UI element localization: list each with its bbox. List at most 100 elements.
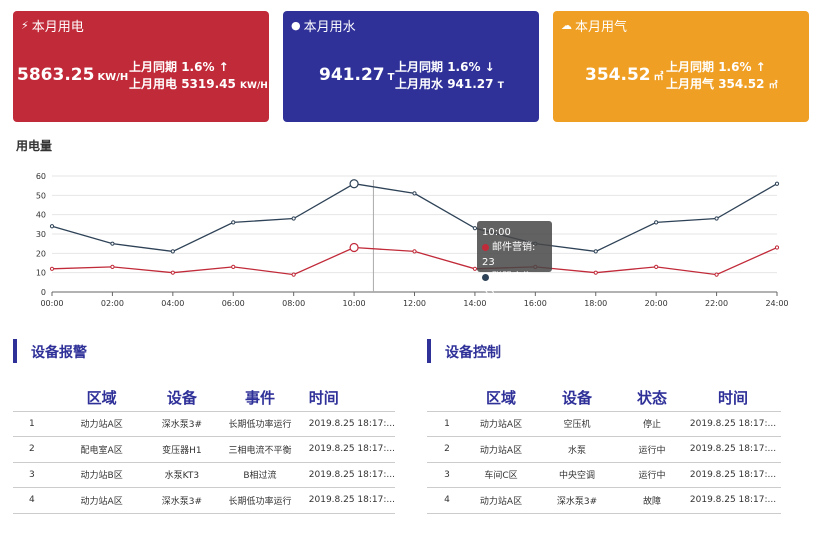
gas-value: 354.52 ㎥: [585, 65, 664, 85]
data-point: [291, 272, 296, 277]
electricity-card-header: ⚡ 本月用电: [21, 16, 84, 35]
control-header-area: 区域: [485, 388, 516, 407]
cell-status: 运行中: [638, 471, 666, 482]
cell-area: 动力站A区: [80, 420, 123, 431]
table-row[interactable]: 3 动力站B区 水泵KT3 B相过流 2019.8.25 18:17:...: [13, 462, 395, 488]
x-tick-label: 24:00: [765, 299, 788, 308]
control-table: 区域 设备 状态 时间 1 动力站A区 空压机 停止 2019.8.25 18:17:.…: [427, 382, 781, 514]
data-point: [349, 242, 359, 253]
data-point: [170, 270, 175, 275]
row-index: 2: [29, 444, 35, 455]
lightning-icon: ⚡: [21, 19, 29, 32]
data-point: [774, 245, 780, 250]
alarm-table: 区域 设备 事件 时间 1 动力站A区 深水泵3# 长期低功率运行 2019.8.25 …: [13, 382, 395, 514]
y-tick-label: 30: [36, 230, 46, 239]
y-tick-label: 0: [41, 288, 46, 297]
data-point: [774, 181, 780, 186]
data-point: [593, 270, 598, 275]
table-row[interactable]: 2 配电室A区 变压器H1 三相电流不平衡 2019.8.25 18:17:...: [13, 437, 395, 462]
tooltip-row-alliance: 联盟广告: 33: [482, 272, 536, 298]
data-point: [291, 216, 296, 221]
water-compare: 上月同期 1.6% ↓ 上月用水 941.27 T: [395, 60, 504, 91]
electricity-title: 本月用电: [31, 20, 84, 35]
y-tick-label: 50: [36, 191, 46, 200]
gas-card-header: ☁ 本月用气: [561, 16, 627, 35]
control-table-header: 区域 设备 状态 时间: [427, 382, 781, 411]
table-row[interactable]: 4 动力站A区 深水泵3# 长期低功率运行 2019.8.25 18:17:...: [13, 488, 395, 513]
cell-area: 动力站A区: [80, 496, 123, 507]
cell-device: 空压机: [563, 420, 591, 431]
row-index: 4: [444, 495, 450, 506]
gas-card: ☁ 本月用气 354.52 ㎥ 上月同期 1.6% ↑ 上月用气 354.52 ㎥: [553, 11, 809, 122]
cell-area: 动力站B区: [80, 471, 123, 482]
y-tick-label: 20: [36, 249, 46, 258]
cell-event: 三相电流不平衡: [228, 445, 292, 456]
data-point: [110, 241, 115, 246]
water-title: 本月用水: [303, 20, 356, 35]
cell-device: 中央空调: [558, 471, 595, 482]
data-point: [714, 216, 719, 221]
flame-icon: ☁: [561, 19, 572, 32]
alarm-table-header: 区域 设备 事件 时间: [13, 382, 395, 411]
table-row[interactable]: 4 动力站A区 深水泵3# 故障 2019.8.25 18:17:...: [427, 488, 781, 513]
x-tick-label: 00:00: [40, 299, 63, 308]
cell-time: 2019.8.25 18:17:...: [308, 444, 395, 455]
cell-time: 2019.8.25 18:17:...: [689, 418, 777, 429]
table-row[interactable]: 2 动力站A区 水泵 运行中 2019.8.25 18:17:...: [427, 437, 781, 462]
cell-event: B相过流: [243, 471, 277, 482]
cell-time: 2019.8.25 18:17:...: [689, 469, 777, 480]
cell-event: 长期低功率运行: [228, 420, 292, 431]
row-index: 3: [29, 469, 35, 480]
data-point: [170, 249, 175, 254]
cell-event: 长期低功率运行: [228, 496, 292, 507]
row-index: 3: [444, 469, 450, 480]
data-point: [654, 220, 659, 225]
x-tick-label: 16:00: [524, 299, 547, 308]
cell-status: 故障: [642, 496, 661, 507]
chart-title: 用电量: [16, 139, 53, 153]
gas-title: 本月用气: [575, 20, 628, 35]
x-tick-label: 08:00: [282, 299, 305, 308]
cell-area: 配电室A区: [80, 445, 123, 456]
electricity-card: ⚡ 本月用电 5863.25 KW/H 上月同期 1.6% ↑ 上月用电 5319…: [13, 11, 269, 122]
y-tick-label: 40: [36, 211, 46, 220]
cell-area: 车间C区: [484, 471, 518, 482]
cell-status: 停止: [642, 420, 661, 431]
tooltip-row-email: 邮件营销: 23: [482, 242, 536, 268]
alarm-header-time: 时间: [308, 388, 339, 407]
data-point: [49, 266, 55, 271]
y-tick-label: 10: [36, 269, 46, 278]
y-tick-label: 60: [36, 172, 46, 181]
cell-time: 2019.8.25 18:17:...: [308, 418, 395, 429]
data-point: [412, 249, 417, 254]
x-tick-label: 02:00: [101, 299, 124, 308]
data-point: [231, 220, 236, 225]
electricity-usage-chart[interactable]: 0 10 20 30 40 50 60 00:00 02:00 04:00 06:00 08:00 10…: [0, 160, 820, 310]
cell-time: 2019.8.25 18:17:...: [308, 495, 395, 506]
section-accent-bar: [427, 339, 431, 363]
table-row[interactable]: 1 动力站A区 深水泵3# 长期低功率运行 2019.8.25 18:17:...: [13, 411, 395, 437]
data-point: [714, 272, 719, 277]
electricity-value: 5863.25 KW/H: [17, 65, 129, 85]
cell-device: 深水泵3#: [556, 496, 598, 507]
table-row[interactable]: 1 动力站A区 空压机 停止 2019.8.25 18:17:...: [427, 411, 781, 437]
row-index: 1: [444, 418, 450, 429]
control-section-title: 设备控制: [445, 345, 501, 361]
cell-device: 水泵: [567, 445, 586, 456]
cell-time: 2019.8.25 18:17:...: [689, 495, 777, 506]
electricity-compare: 上月同期 1.6% ↑ 上月用电 5319.45 KW/H: [129, 60, 268, 91]
cell-area: 动力站A区: [479, 496, 523, 507]
row-index: 4: [29, 495, 35, 506]
x-tick-label: 04:00: [161, 299, 184, 308]
section-accent-bar: [13, 339, 17, 363]
x-tick-label: 12:00: [403, 299, 426, 308]
water-card: ● 本月用水 941.27 T 上月同期 1.6% ↓ 上月用水 941.27 T: [283, 11, 539, 122]
control-header-status: 状态: [636, 388, 667, 407]
table-row[interactable]: 3 车间C区 中央空调 运行中 2019.8.25 18:17:...: [427, 462, 781, 488]
data-point: [231, 264, 236, 269]
data-point: [593, 249, 598, 254]
x-tick-label: 18:00: [584, 299, 607, 308]
cell-area: 动力站A区: [479, 445, 523, 456]
control-header-time: 时间: [717, 388, 748, 407]
cell-device: 深水泵3#: [161, 496, 202, 507]
